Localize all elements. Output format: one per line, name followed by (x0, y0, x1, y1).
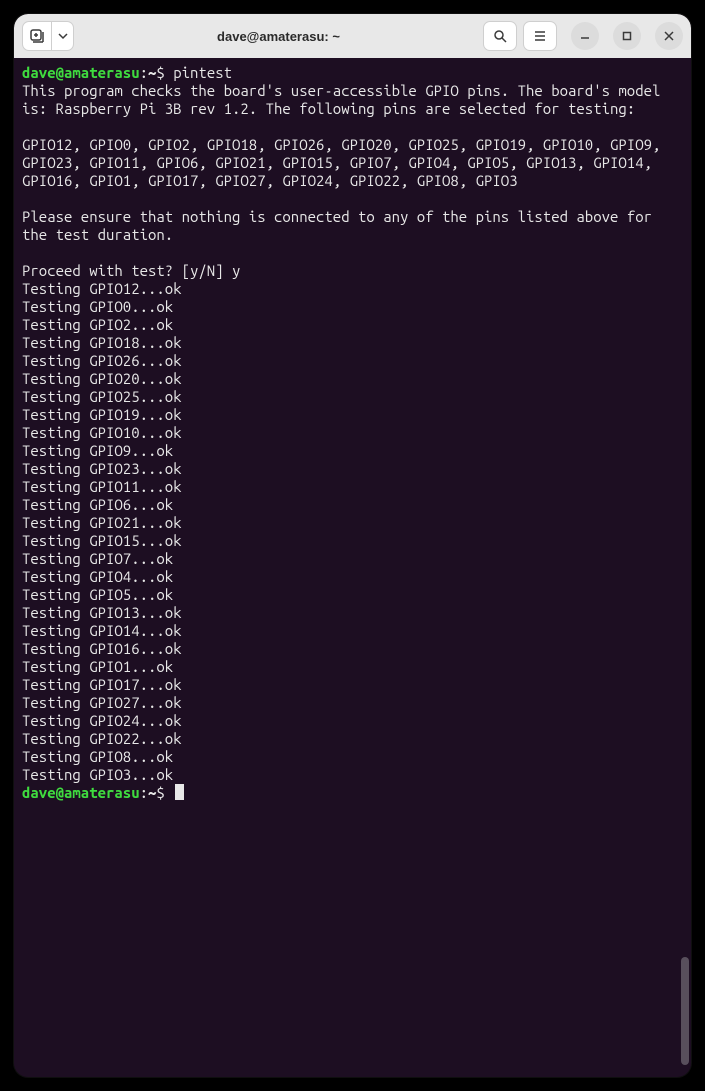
terminal-window: dave@amaterasu: ~ (14, 14, 691, 1077)
search-button[interactable] (483, 21, 517, 51)
close-button[interactable] (655, 22, 683, 50)
prompt-symbol: $ (156, 784, 164, 801)
titlebar: dave@amaterasu: ~ (14, 14, 691, 58)
output-pin-list: GPIO12, GPIO0, GPIO2, GPIO18, GPIO26, GP… (22, 136, 669, 189)
close-icon (663, 30, 675, 42)
new-tab-dropdown[interactable] (52, 21, 74, 51)
prompt-user-host: dave@amaterasu (22, 64, 140, 81)
titlebar-right (483, 21, 683, 51)
new-tab-icon (29, 28, 45, 44)
new-tab-button[interactable] (22, 21, 52, 51)
titlebar-left (22, 21, 74, 51)
hamburger-menu-button[interactable] (523, 21, 557, 51)
prompt-colon: : (140, 64, 148, 81)
scrollbar[interactable] (681, 957, 689, 1065)
new-tab-group (22, 21, 74, 51)
hamburger-icon (533, 29, 547, 43)
output-proceed: Proceed with test? [y/N] y (22, 262, 240, 279)
output-tests: Testing GPIO12...ok Testing GPIO0...ok T… (22, 280, 182, 783)
prompt-user-host: dave@amaterasu (22, 784, 140, 801)
terminal-body[interactable]: dave@amaterasu:~$ pintest This program c… (14, 58, 691, 1077)
prompt-symbol: $ (156, 64, 164, 81)
window-title: dave@amaterasu: ~ (78, 29, 479, 44)
minimize-button[interactable] (571, 22, 599, 50)
output-intro: This program checks the board's user-acc… (22, 82, 669, 117)
prompt-colon: : (140, 784, 148, 801)
output-warning: Please ensure that nothing is connected … (22, 208, 660, 243)
search-icon (493, 29, 507, 43)
minimize-icon (579, 30, 591, 42)
command-text: pintest (173, 64, 232, 81)
maximize-icon (621, 30, 633, 42)
maximize-button[interactable] (613, 22, 641, 50)
cursor (175, 784, 184, 800)
chevron-down-icon (58, 31, 68, 41)
